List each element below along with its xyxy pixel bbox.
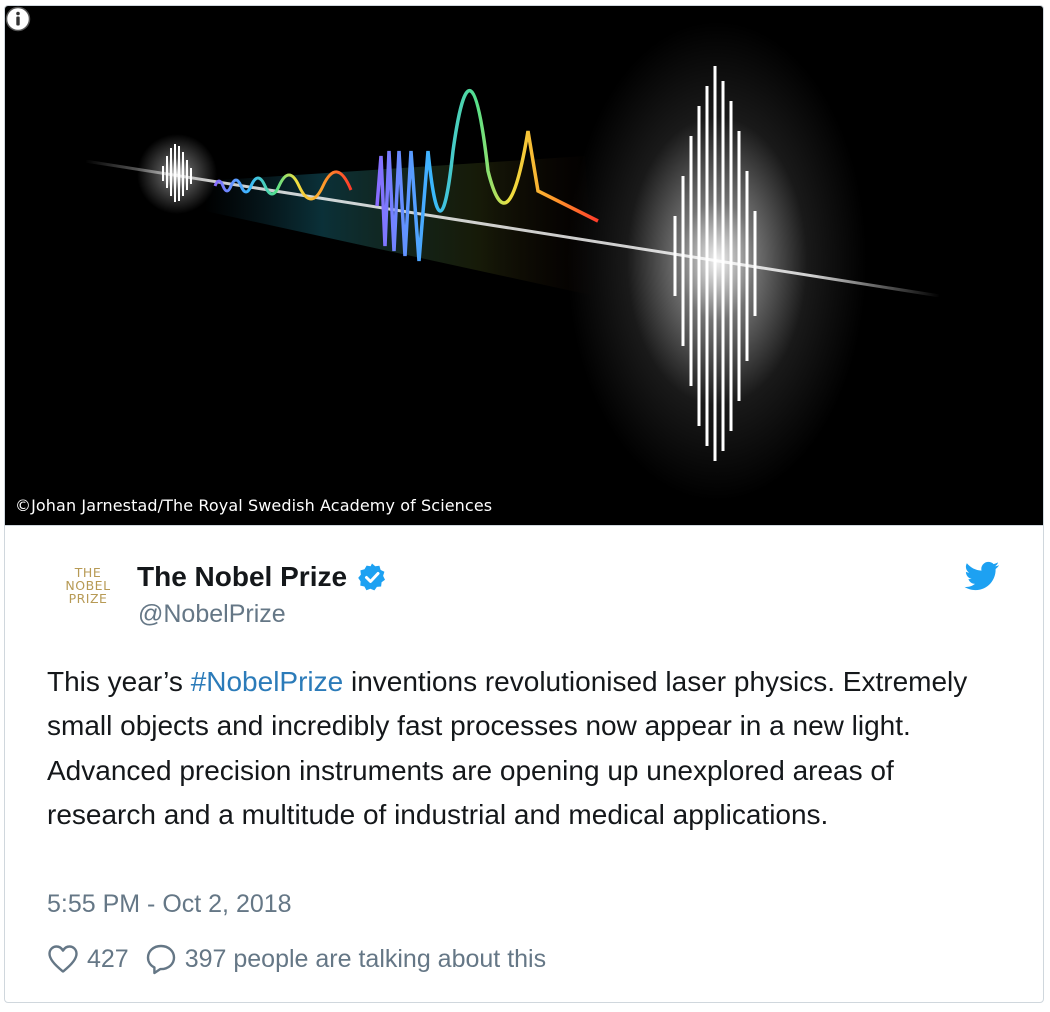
conversation-count-text: 397 people are talking about this (184, 944, 547, 973)
author-name-row[interactable]: The Nobel Prize (137, 559, 387, 595)
heart-icon (48, 945, 78, 973)
speech-bubble-icon (146, 944, 175, 975)
tweet-actions: 427 397 people are talking about this (47, 939, 546, 979)
tweet-embed-card: ©Johan Jarnestad/The Royal Swedish Acade… (4, 5, 1044, 1003)
tweet-text: This year’s #NobelPrize inventions revol… (47, 660, 1007, 837)
tweet-timestamp[interactable]: 5:55 PM - Oct 2, 2018 (47, 888, 292, 920)
tweet-media-image[interactable]: ©Johan Jarnestad/The Royal Swedish Acade… (5, 6, 1043, 526)
image-credit-caption: ©Johan Jarnestad/The Royal Swedish Acade… (15, 496, 493, 515)
hashtag-link[interactable]: #NobelPrize (191, 666, 344, 697)
tweet-text-start: This year’s (47, 666, 191, 697)
like-button[interactable]: 427 (47, 944, 145, 974)
like-count: 427 (87, 944, 129, 973)
twitter-bird-icon[interactable] (964, 561, 1000, 593)
avatar-line: PRIZE (68, 591, 108, 606)
verified-badge-icon (358, 563, 386, 591)
laser-pulse-illustration (84, 21, 941, 501)
avatar[interactable]: THE NOBEL PRIZE (53, 566, 123, 626)
reply-conversation-button[interactable]: 397 people are talking about this (145, 943, 546, 975)
author-handle[interactable]: @NobelPrize (138, 598, 286, 630)
info-icon[interactable] (5, 6, 31, 32)
author-name[interactable]: The Nobel Prize (137, 559, 347, 595)
